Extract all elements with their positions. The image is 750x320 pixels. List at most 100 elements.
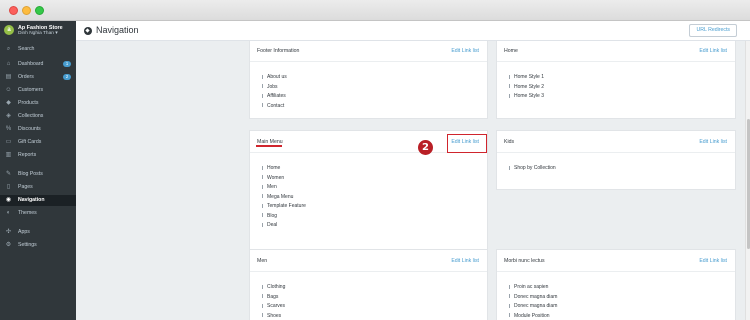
sidebar-item-orders[interactable]: ▤ Orders 2 bbox=[0, 72, 76, 83]
drag-handle-icon[interactable] bbox=[509, 165, 510, 170]
store-user: Dinh Nghia Than ▾ bbox=[18, 31, 58, 36]
sidebar-item-blog-posts[interactable]: ✎ Blog Posts bbox=[0, 169, 76, 180]
list-item: Scarves bbox=[262, 303, 285, 313]
sidebar-item-reports[interactable]: ▥ Reports bbox=[0, 150, 76, 161]
card-header: Men Edit Link list bbox=[250, 250, 487, 272]
menu-links: Home Women Men Mega Menu Template Featur… bbox=[262, 165, 306, 232]
card-header: Morbi nunc lectus Edit Link list bbox=[497, 250, 735, 272]
drag-handle-icon[interactable] bbox=[509, 303, 510, 308]
menu-links: About us Jobs Affiliates Contact bbox=[262, 74, 287, 112]
drag-handle-icon[interactable] bbox=[262, 194, 263, 198]
sidebar-item-customers[interactable]: ☺ Customers bbox=[0, 85, 76, 96]
menu-title: Men bbox=[257, 258, 268, 264]
edit-link-list-button[interactable]: Edit Link list bbox=[451, 258, 479, 264]
sidebar-item-navigation[interactable]: ◉ Navigation bbox=[0, 195, 76, 206]
sidebar-item-settings[interactable]: ⚙ Settings bbox=[0, 240, 76, 251]
sidebar-item-dashboard[interactable]: ⌂ Dashboard 1 bbox=[0, 59, 76, 70]
dashboard-badge: 1 bbox=[63, 61, 71, 67]
menu-card-morbi-nunc-lectus: Morbi nunc lectus Edit Link list Proin a… bbox=[496, 249, 736, 320]
sidebar-item-gift-cards[interactable]: ▭ Gift Cards bbox=[0, 137, 76, 148]
drag-handle-icon[interactable] bbox=[262, 213, 263, 217]
minimize-window-button[interactable] bbox=[22, 6, 31, 15]
drag-handle-icon[interactable] bbox=[262, 93, 263, 98]
url-redirects-button[interactable]: URL Redirects bbox=[689, 24, 737, 37]
drag-handle-icon[interactable] bbox=[262, 184, 263, 189]
drag-handle-icon[interactable] bbox=[509, 313, 510, 317]
edit-link-list-button[interactable]: Edit Link list bbox=[699, 139, 727, 145]
edit-link-list-button[interactable]: Edit Link list bbox=[699, 258, 727, 264]
sidebar: a Ap Fashion Store Dinh Nghia Than ▾ ⌕ S… bbox=[0, 21, 76, 320]
drag-handle-icon[interactable] bbox=[262, 303, 263, 308]
drag-handle-icon[interactable] bbox=[262, 294, 263, 298]
list-item: Affiliates bbox=[262, 93, 287, 103]
list-item: Jobs bbox=[262, 84, 287, 94]
sidebar-item-pages[interactable]: ▯ Pages bbox=[0, 182, 76, 193]
apps-icon: ✣ bbox=[5, 229, 12, 235]
drag-handle-icon[interactable] bbox=[262, 284, 263, 289]
main-menu-underline-annotation bbox=[256, 145, 282, 147]
drag-handle-icon[interactable] bbox=[262, 103, 263, 107]
drag-handle-icon[interactable] bbox=[262, 313, 263, 317]
list-item: Mega Menu bbox=[262, 194, 306, 204]
drag-handle-icon[interactable] bbox=[509, 74, 510, 79]
drag-handle-icon[interactable] bbox=[262, 84, 263, 88]
reports-icon: ▥ bbox=[5, 152, 12, 158]
edit-link-list-button[interactable]: Edit Link list bbox=[451, 48, 479, 54]
drag-handle-icon[interactable] bbox=[262, 175, 263, 179]
list-item: Bags bbox=[262, 294, 285, 304]
menu-links: Shop by Collection bbox=[509, 165, 556, 175]
store-logo-icon: a bbox=[4, 25, 14, 35]
list-item: Women bbox=[262, 175, 306, 185]
menu-card-kids: Kids Edit Link list Shop by Collection bbox=[496, 130, 736, 190]
list-item: Home Style 3 bbox=[509, 93, 544, 103]
drag-handle-icon[interactable] bbox=[509, 84, 510, 88]
maximize-window-button[interactable] bbox=[35, 6, 44, 15]
sidebar-item-search[interactable]: ⌕ Search bbox=[0, 44, 76, 55]
drag-handle-icon[interactable] bbox=[509, 93, 510, 98]
sidebar-item-discounts[interactable]: % Discounts bbox=[0, 124, 76, 135]
customers-icon: ☺ bbox=[5, 87, 12, 93]
menu-links: Home Style 1 Home Style 2 Home Style 3 bbox=[509, 74, 544, 103]
page-header: Navigation URL Redirects bbox=[76, 21, 750, 41]
drag-handle-icon[interactable] bbox=[509, 294, 510, 298]
edit-link-highlight-box bbox=[447, 134, 487, 153]
gift-card-icon: ▭ bbox=[5, 139, 12, 145]
card-header: Kids Edit Link list bbox=[497, 131, 735, 153]
list-item: Template Feature bbox=[262, 203, 306, 213]
window-titlebar bbox=[0, 0, 750, 21]
settings-icon: ⚙ bbox=[5, 242, 12, 248]
drag-handle-icon[interactable] bbox=[509, 284, 510, 289]
close-window-button[interactable] bbox=[9, 6, 18, 15]
pages-icon: ▯ bbox=[6, 184, 11, 190]
menu-title: Footer Information bbox=[257, 48, 300, 54]
page-title: Navigation bbox=[96, 25, 139, 35]
list-item: Contact bbox=[262, 103, 287, 113]
store-switcher[interactable]: a Ap Fashion Store Dinh Nghia Than ▾ bbox=[0, 21, 76, 41]
discount-icon: % bbox=[5, 126, 12, 132]
edit-link-list-button[interactable]: Edit Link list bbox=[699, 48, 727, 54]
sidebar-item-apps[interactable]: ✣ Apps bbox=[0, 227, 76, 238]
menu-title: Morbi nunc lectus bbox=[504, 258, 545, 264]
sidebar-item-collections[interactable]: ◈ Collections bbox=[0, 111, 76, 122]
list-item: Donec magna diam bbox=[509, 303, 557, 313]
tag-icon: ◆ bbox=[6, 100, 11, 106]
list-item: Home Style 2 bbox=[509, 84, 544, 94]
menu-card-men: Men Edit Link list Clothing Bags Scarves… bbox=[249, 249, 488, 320]
home-icon: ⌂ bbox=[6, 61, 11, 67]
card-header: Home Edit Link list bbox=[497, 41, 735, 62]
list-item: Home bbox=[262, 165, 306, 175]
list-item: Blog bbox=[262, 213, 306, 223]
vertical-scrollbar[interactable] bbox=[745, 41, 750, 320]
orders-badge: 2 bbox=[63, 74, 71, 80]
sidebar-item-themes[interactable]: ◐ Themes bbox=[0, 208, 76, 219]
drag-handle-icon[interactable] bbox=[262, 74, 263, 79]
menu-links: Proin ac sapien Donec magna diam Donec m… bbox=[509, 284, 557, 320]
sidebar-item-products[interactable]: ◆ Products bbox=[0, 98, 76, 109]
drag-handle-icon[interactable] bbox=[262, 222, 263, 227]
drag-handle-icon[interactable] bbox=[262, 203, 263, 208]
themes-icon: ◐ bbox=[6, 210, 11, 216]
menus-grid: Footer Information Edit Link list About … bbox=[76, 41, 750, 320]
menu-card-footer-information: Footer Information Edit Link list About … bbox=[249, 41, 488, 119]
list-item: About us bbox=[262, 74, 287, 84]
drag-handle-icon[interactable] bbox=[262, 165, 263, 170]
